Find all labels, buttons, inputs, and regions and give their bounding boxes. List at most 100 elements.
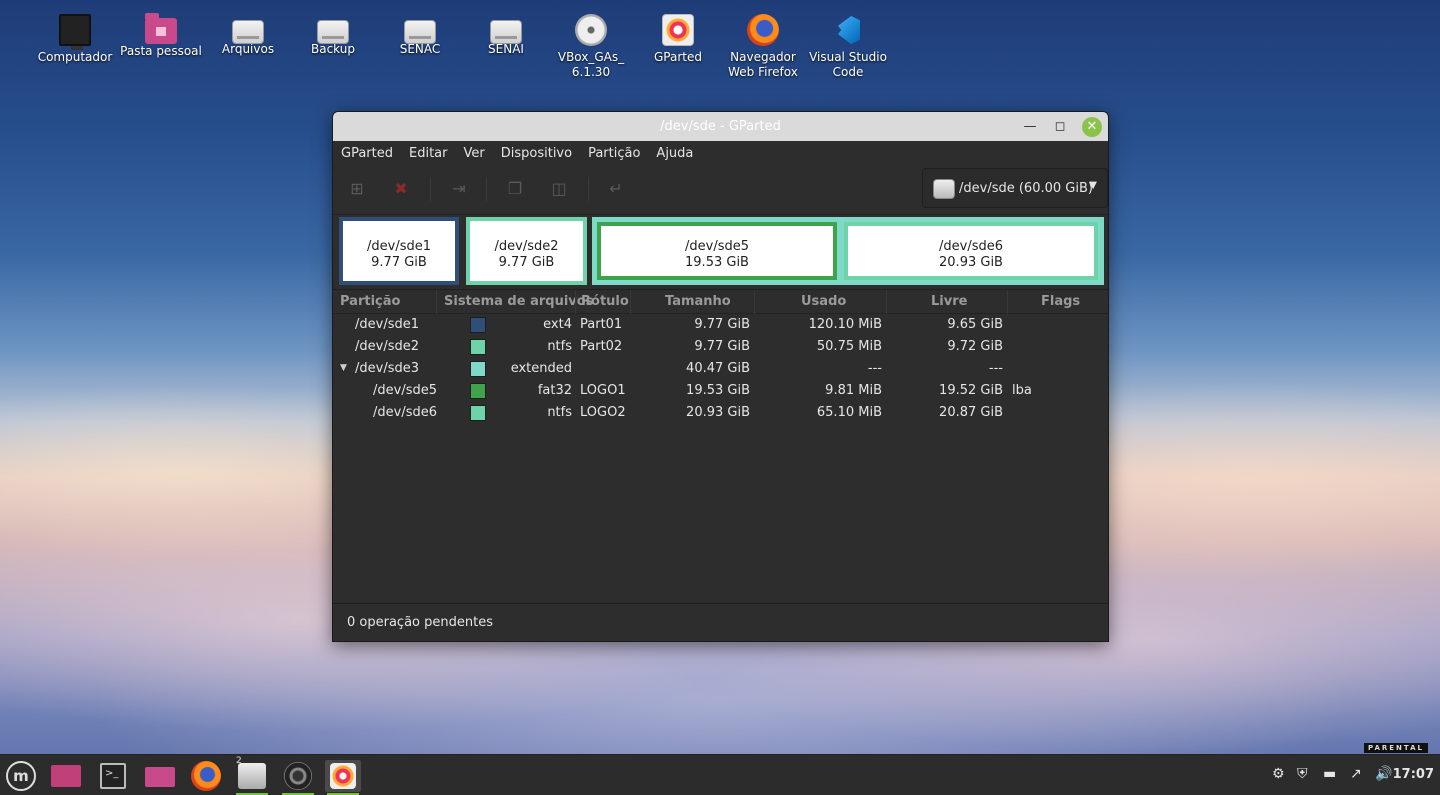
desktop-icon-gparted[interactable]: GParted	[633, 14, 723, 65]
cell-free: 20.87 GiB	[939, 405, 1003, 420]
menu-particao[interactable]: Partição	[580, 141, 648, 165]
color-swatch	[470, 339, 486, 355]
expander-icon[interactable]: ▼	[340, 363, 347, 373]
cell-size: 19.53 GiB	[686, 383, 750, 398]
window-titlebar[interactable]: /dev/sde - GParted — ◻ ✕	[333, 112, 1108, 141]
show-desktop-icon[interactable]	[48, 760, 84, 792]
desktop-icon-backup[interactable]: Backup	[288, 14, 378, 57]
menubar: GParted Editar Ver Dispositivo Partição …	[333, 141, 1108, 165]
desktop-icon-firefox[interactable]: Navegador Web Firefox	[718, 14, 808, 80]
partition-block-sde6[interactable]: /dev/sde6 20.93 GiB	[844, 222, 1098, 280]
resize-move-icon[interactable]: ⇥	[445, 175, 473, 203]
menu-ajuda[interactable]: Ajuda	[648, 141, 701, 165]
partition-block-sde5[interactable]: /dev/sde5 19.53 GiB	[597, 222, 837, 280]
color-swatch	[470, 317, 486, 333]
partition-block-sde2[interactable]: /dev/sde2 9.77 GiB	[466, 217, 587, 285]
cell-partition: /dev/sde1	[355, 317, 419, 332]
network-icon[interactable]: ↗	[1350, 766, 1362, 782]
partition-block-name: /dev/sde6	[939, 239, 1003, 254]
column-header-flags[interactable]: Flags	[1041, 294, 1080, 309]
toolbar-separator	[588, 177, 589, 201]
cell-filesystem: ntfs	[547, 339, 572, 354]
firefox-icon	[747, 14, 779, 46]
desktop-icon-pasta-pessoal[interactable]: Pasta pessoal	[116, 13, 206, 59]
partition-block-size: 9.77 GiB	[371, 255, 427, 270]
gparted-icon	[662, 14, 694, 46]
desktop-icon-senai[interactable]: SENAI	[461, 14, 551, 57]
desktop-icon-arquivos[interactable]: Arquivos	[203, 14, 293, 57]
clock[interactable]: 17:07	[1393, 767, 1434, 782]
close-icon[interactable]: ✕	[1082, 117, 1102, 137]
paste-icon[interactable]: ◫	[545, 175, 573, 203]
column-separator	[754, 290, 755, 314]
desktop-icon-label: SENAC	[399, 42, 441, 56]
cell-free: 9.65 GiB	[947, 317, 1003, 332]
partition-block-sde1[interactable]: /dev/sde1 9.77 GiB	[339, 217, 459, 285]
cell-label: LOGO1	[580, 383, 626, 398]
shield-icon[interactable]: ⛨	[1297, 766, 1308, 782]
partition-block-size: 19.53 GiB	[685, 255, 749, 270]
delete-icon[interactable]: ✖	[387, 175, 415, 203]
statusbar: 0 operação pendentes	[333, 603, 1108, 641]
cell-free: 19.52 GiB	[939, 383, 1003, 398]
desktop-icon-label: Arquivos	[221, 42, 275, 56]
cell-used: ---	[867, 361, 882, 376]
update-manager-icon[interactable]: ⚙	[1272, 766, 1285, 782]
mint-menu-icon[interactable]: m	[6, 761, 36, 791]
column-separator	[436, 290, 437, 314]
cell-filesystem: ext4	[543, 317, 572, 332]
column-header-livre[interactable]: Livre	[931, 294, 967, 309]
column-header-sistema[interactable]: Sistema de arquivos	[444, 294, 593, 309]
volume-icon[interactable]: 🔊	[1375, 766, 1392, 782]
table-row[interactable]: /dev/sde6 ntfs LOGO2 20.93 GiB 65.10 MiB…	[333, 402, 1108, 424]
column-header-tamanho[interactable]: Tamanho	[665, 294, 731, 309]
device-selector[interactable]: /dev/sde (60.00 GiB) ▼	[922, 168, 1108, 208]
table-row[interactable]: /dev/sde5 fat32 LOGO1 19.53 GiB 9.81 MiB…	[333, 380, 1108, 402]
copy-icon[interactable]: ❐	[501, 175, 529, 203]
table-row[interactable]: /dev/sde1 ext4 Part01 9.77 GiB 120.10 Mi…	[333, 314, 1108, 336]
desktop-icon-label: Navegador Web Firefox	[728, 50, 798, 79]
color-swatch	[470, 361, 486, 377]
camera-icon[interactable]	[280, 760, 316, 795]
table-row[interactable]: ▼ /dev/sde3 extended 40.47 GiB --- ---	[333, 358, 1108, 380]
menu-ver[interactable]: Ver	[456, 141, 493, 165]
taskbar: m >_ 2 ⚙ ⛨ ▬ ↗ 🔊 17:07	[0, 754, 1440, 795]
cell-used: 9.81 MiB	[825, 383, 882, 398]
firefox-icon[interactable]	[188, 760, 224, 792]
partition-block-name: /dev/sde5	[685, 239, 749, 254]
cell-partition: /dev/sde3	[355, 361, 419, 376]
drive-icon	[490, 20, 522, 44]
maximize-icon[interactable]: ◻	[1050, 117, 1070, 137]
undo-icon[interactable]: ↵	[602, 175, 630, 203]
column-header-rotulo[interactable]: Rótulo	[581, 294, 629, 309]
gparted-icon[interactable]	[325, 760, 361, 795]
desktop-icon-label: VBox_GAs_ 6.1.30	[557, 50, 625, 79]
menu-gparted[interactable]: GParted	[333, 141, 401, 165]
files-icon[interactable]	[142, 760, 178, 792]
column-header-particao[interactable]: Partição	[340, 294, 400, 309]
toolbar-separator	[430, 177, 431, 201]
desktop-icon-vscode[interactable]: Visual Studio Code	[803, 14, 893, 80]
keyboard-icon[interactable]: ▬	[1323, 766, 1336, 782]
drive-icon	[317, 20, 349, 44]
pending-operations: 0 operação pendentes	[347, 615, 493, 630]
table-row[interactable]: /dev/sde2 ntfs Part02 9.77 GiB 50.75 MiB…	[333, 336, 1108, 358]
desktop-icon-vbox[interactable]: VBox_GAs_ 6.1.30	[546, 14, 636, 80]
disks-icon[interactable]: 2	[234, 756, 270, 795]
cell-filesystem: ntfs	[547, 405, 572, 420]
new-partition-icon[interactable]: ⊞	[343, 175, 371, 203]
partition-table: Partição Sistema de arquivos Rótulo Tama…	[333, 289, 1108, 605]
cell-size: 40.47 GiB	[686, 361, 750, 376]
column-separator	[1007, 290, 1008, 314]
desktop-icon-computador[interactable]: Computador	[30, 14, 120, 65]
desktop-icon-senac[interactable]: SENAC	[375, 14, 465, 57]
desktop-icon-label: Backup	[311, 42, 355, 56]
desktop-icon-label: GParted	[654, 50, 702, 64]
gparted-window: /dev/sde - GParted — ◻ ✕ GParted Editar …	[332, 111, 1109, 642]
menu-dispositivo[interactable]: Dispositivo	[493, 141, 580, 165]
minimize-icon[interactable]: —	[1020, 117, 1040, 137]
column-header-usado[interactable]: Usado	[801, 294, 846, 309]
terminal-icon[interactable]: >_	[96, 760, 132, 792]
menu-editar[interactable]: Editar	[401, 141, 456, 165]
partition-block-name: /dev/sde1	[367, 239, 431, 254]
